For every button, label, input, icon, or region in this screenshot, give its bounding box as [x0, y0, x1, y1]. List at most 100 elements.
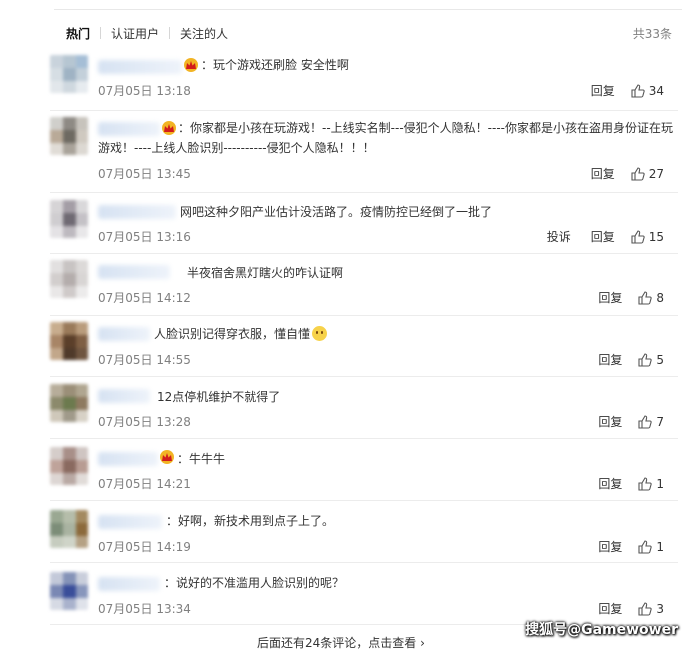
top-divider — [54, 9, 682, 10]
comment-date: 07月05日 13:28 — [98, 415, 191, 429]
like-button[interactable]: 7 — [638, 415, 664, 429]
comment-item: ：说好的不准滥用人脸识别的呢？ 07月05日 13:34 回复 3 — [50, 572, 678, 616]
comment-item: 网吧这种夕阳产业估计没活路了。疫情防控已经倒了一批了 07月05日 13:16 … — [50, 200, 678, 244]
user-avatar[interactable] — [50, 260, 88, 298]
like-button[interactable]: 3 — [638, 602, 664, 616]
comment-date: 07月05日 13:45 — [98, 167, 191, 181]
comment-text: ：牛牛牛 — [177, 452, 226, 466]
comment-divider — [50, 315, 678, 316]
like-count: 7 — [656, 414, 664, 429]
thumbs-up-icon — [631, 166, 645, 181]
reply-button[interactable]: 回复 — [591, 228, 615, 245]
tab-hot[interactable]: 热门 — [66, 25, 90, 42]
sort-tabs: 热门 认证用户 关注的人 — [66, 24, 228, 42]
tab-following[interactable]: 关注的人 — [180, 25, 228, 42]
like-count: 27 — [648, 166, 664, 181]
like-count: 3 — [656, 601, 664, 616]
comment-text: ：你家都是小孩在玩游戏！--上线实名制---侵犯个人隐私！----你家都是小孩在… — [98, 121, 673, 155]
user-avatar[interactable] — [50, 322, 88, 360]
user-avatar[interactable] — [50, 200, 88, 238]
reply-button[interactable]: 回复 — [598, 289, 622, 306]
reply-button[interactable]: 回复 — [598, 538, 622, 555]
reply-button[interactable]: 回复 — [598, 351, 622, 368]
comment-item: 半夜宿舍黑灯瞎火的咋认证啊 07月05日 14:12 回复 8 — [50, 260, 678, 306]
username[interactable] — [98, 60, 182, 74]
comment-item: ：你家都是小孩在玩游戏！--上线实名制---侵犯个人隐私！----你家都是小孩在… — [50, 117, 678, 183]
comment-date: 07月05日 14:21 — [98, 477, 191, 491]
comment-text: 人脸识别记得穿衣服，懂自懂 — [154, 324, 328, 344]
comment-divider — [50, 376, 678, 377]
load-more-comments-link[interactable]: 后面还有24条评论，点击查看 › — [257, 634, 425, 651]
reply-button[interactable]: 回复 — [598, 600, 622, 617]
like-button[interactable]: 27 — [631, 167, 664, 181]
comment-date: 07月05日 13:16 — [98, 230, 191, 244]
source-watermark: 搜狐号@Gamewower — [525, 622, 678, 638]
thumbs-up-icon — [638, 476, 653, 491]
user-avatar[interactable] — [50, 572, 88, 610]
like-count: 1 — [656, 476, 664, 491]
comment-total-count: 共33条 — [632, 27, 672, 41]
comment-item: ：玩个游戏还刷脸 安全性啊 07月05日 13:18 回复 34 — [50, 55, 678, 99]
like-button[interactable]: 15 — [631, 230, 664, 244]
thumbs-up-icon — [638, 539, 653, 554]
comment-text: 半夜宿舍黑灯瞎火的咋认证啊 — [187, 266, 344, 280]
user-avatar[interactable] — [50, 510, 88, 548]
tab-separator — [169, 27, 171, 39]
dog-emoji-icon — [312, 326, 328, 341]
reply-button[interactable]: 回复 — [598, 475, 622, 492]
like-button[interactable]: 8 — [638, 291, 664, 305]
crown-icon — [184, 58, 198, 72]
like-button[interactable]: 5 — [638, 353, 664, 367]
username[interactable] — [98, 515, 162, 529]
comment-text: ：好啊，新技术用到点子上了。 — [166, 514, 335, 528]
comment-divider — [50, 438, 678, 439]
username[interactable] — [98, 205, 176, 219]
user-avatar[interactable] — [50, 117, 88, 155]
comment-date: 07月05日 13:18 — [98, 84, 191, 98]
comment-item: ：牛牛牛 07月05日 14:21 回复 1 — [50, 447, 678, 491]
comment-text: 网吧这种夕阳产业估计没活路了。疫情防控已经倒了一批了 — [180, 205, 493, 219]
report-button[interactable]: 投诉 — [547, 228, 571, 245]
reply-button[interactable]: 回复 — [591, 165, 615, 182]
comment-divider — [50, 110, 678, 111]
user-avatar[interactable] — [50, 55, 88, 93]
like-count: 15 — [648, 229, 664, 244]
reply-button[interactable]: 回复 — [591, 82, 615, 99]
comment-date: 07月05日 13:34 — [98, 602, 191, 616]
user-avatar[interactable] — [50, 384, 88, 422]
thumbs-up-icon — [631, 229, 645, 244]
comment-date: 07月05日 14:19 — [98, 540, 191, 554]
username[interactable] — [98, 327, 150, 341]
like-button[interactable]: 1 — [638, 540, 664, 554]
tab-verified-users[interactable]: 认证用户 — [111, 25, 159, 42]
thumbs-up-icon — [638, 414, 653, 429]
comment-item: 12点停机维护不就得了 07月05日 13:28 回复 7 — [50, 384, 678, 430]
thumbs-up-icon — [638, 601, 653, 616]
comment-date: 07月05日 14:55 — [98, 353, 191, 367]
comment-text: ：玩个游戏还刷脸 安全性啊 — [201, 58, 349, 72]
comment-date: 07月05日 14:12 — [98, 291, 191, 305]
user-avatar[interactable] — [50, 447, 88, 485]
comment-item: 人脸识别记得穿衣服，懂自懂 07月05日 14:55 回复 5 — [50, 322, 678, 368]
comment-item: ：好啊，新技术用到点子上了。 07月05日 14:19 回复 1 — [50, 510, 678, 554]
tab-separator — [100, 27, 102, 39]
like-count: 1 — [656, 539, 664, 554]
username[interactable] — [98, 452, 158, 466]
crown-icon — [160, 450, 174, 464]
comment-divider — [50, 500, 678, 501]
reply-button[interactable]: 回复 — [598, 413, 622, 430]
like-count: 34 — [648, 83, 664, 98]
comment-text: ：说好的不准滥用人脸识别的呢？ — [164, 576, 345, 590]
thumbs-up-icon — [638, 290, 653, 305]
like-count: 5 — [656, 352, 664, 367]
like-button[interactable]: 34 — [631, 84, 664, 98]
username[interactable] — [98, 265, 170, 279]
comment-divider — [50, 192, 678, 193]
comment-divider — [50, 253, 678, 254]
like-button[interactable]: 1 — [638, 477, 664, 491]
comment-text: 12点停机维护不就得了 — [157, 390, 281, 404]
like-count: 8 — [656, 290, 664, 305]
thumbs-up-icon — [638, 352, 653, 367]
username[interactable] — [98, 577, 160, 591]
username[interactable] — [98, 389, 150, 403]
